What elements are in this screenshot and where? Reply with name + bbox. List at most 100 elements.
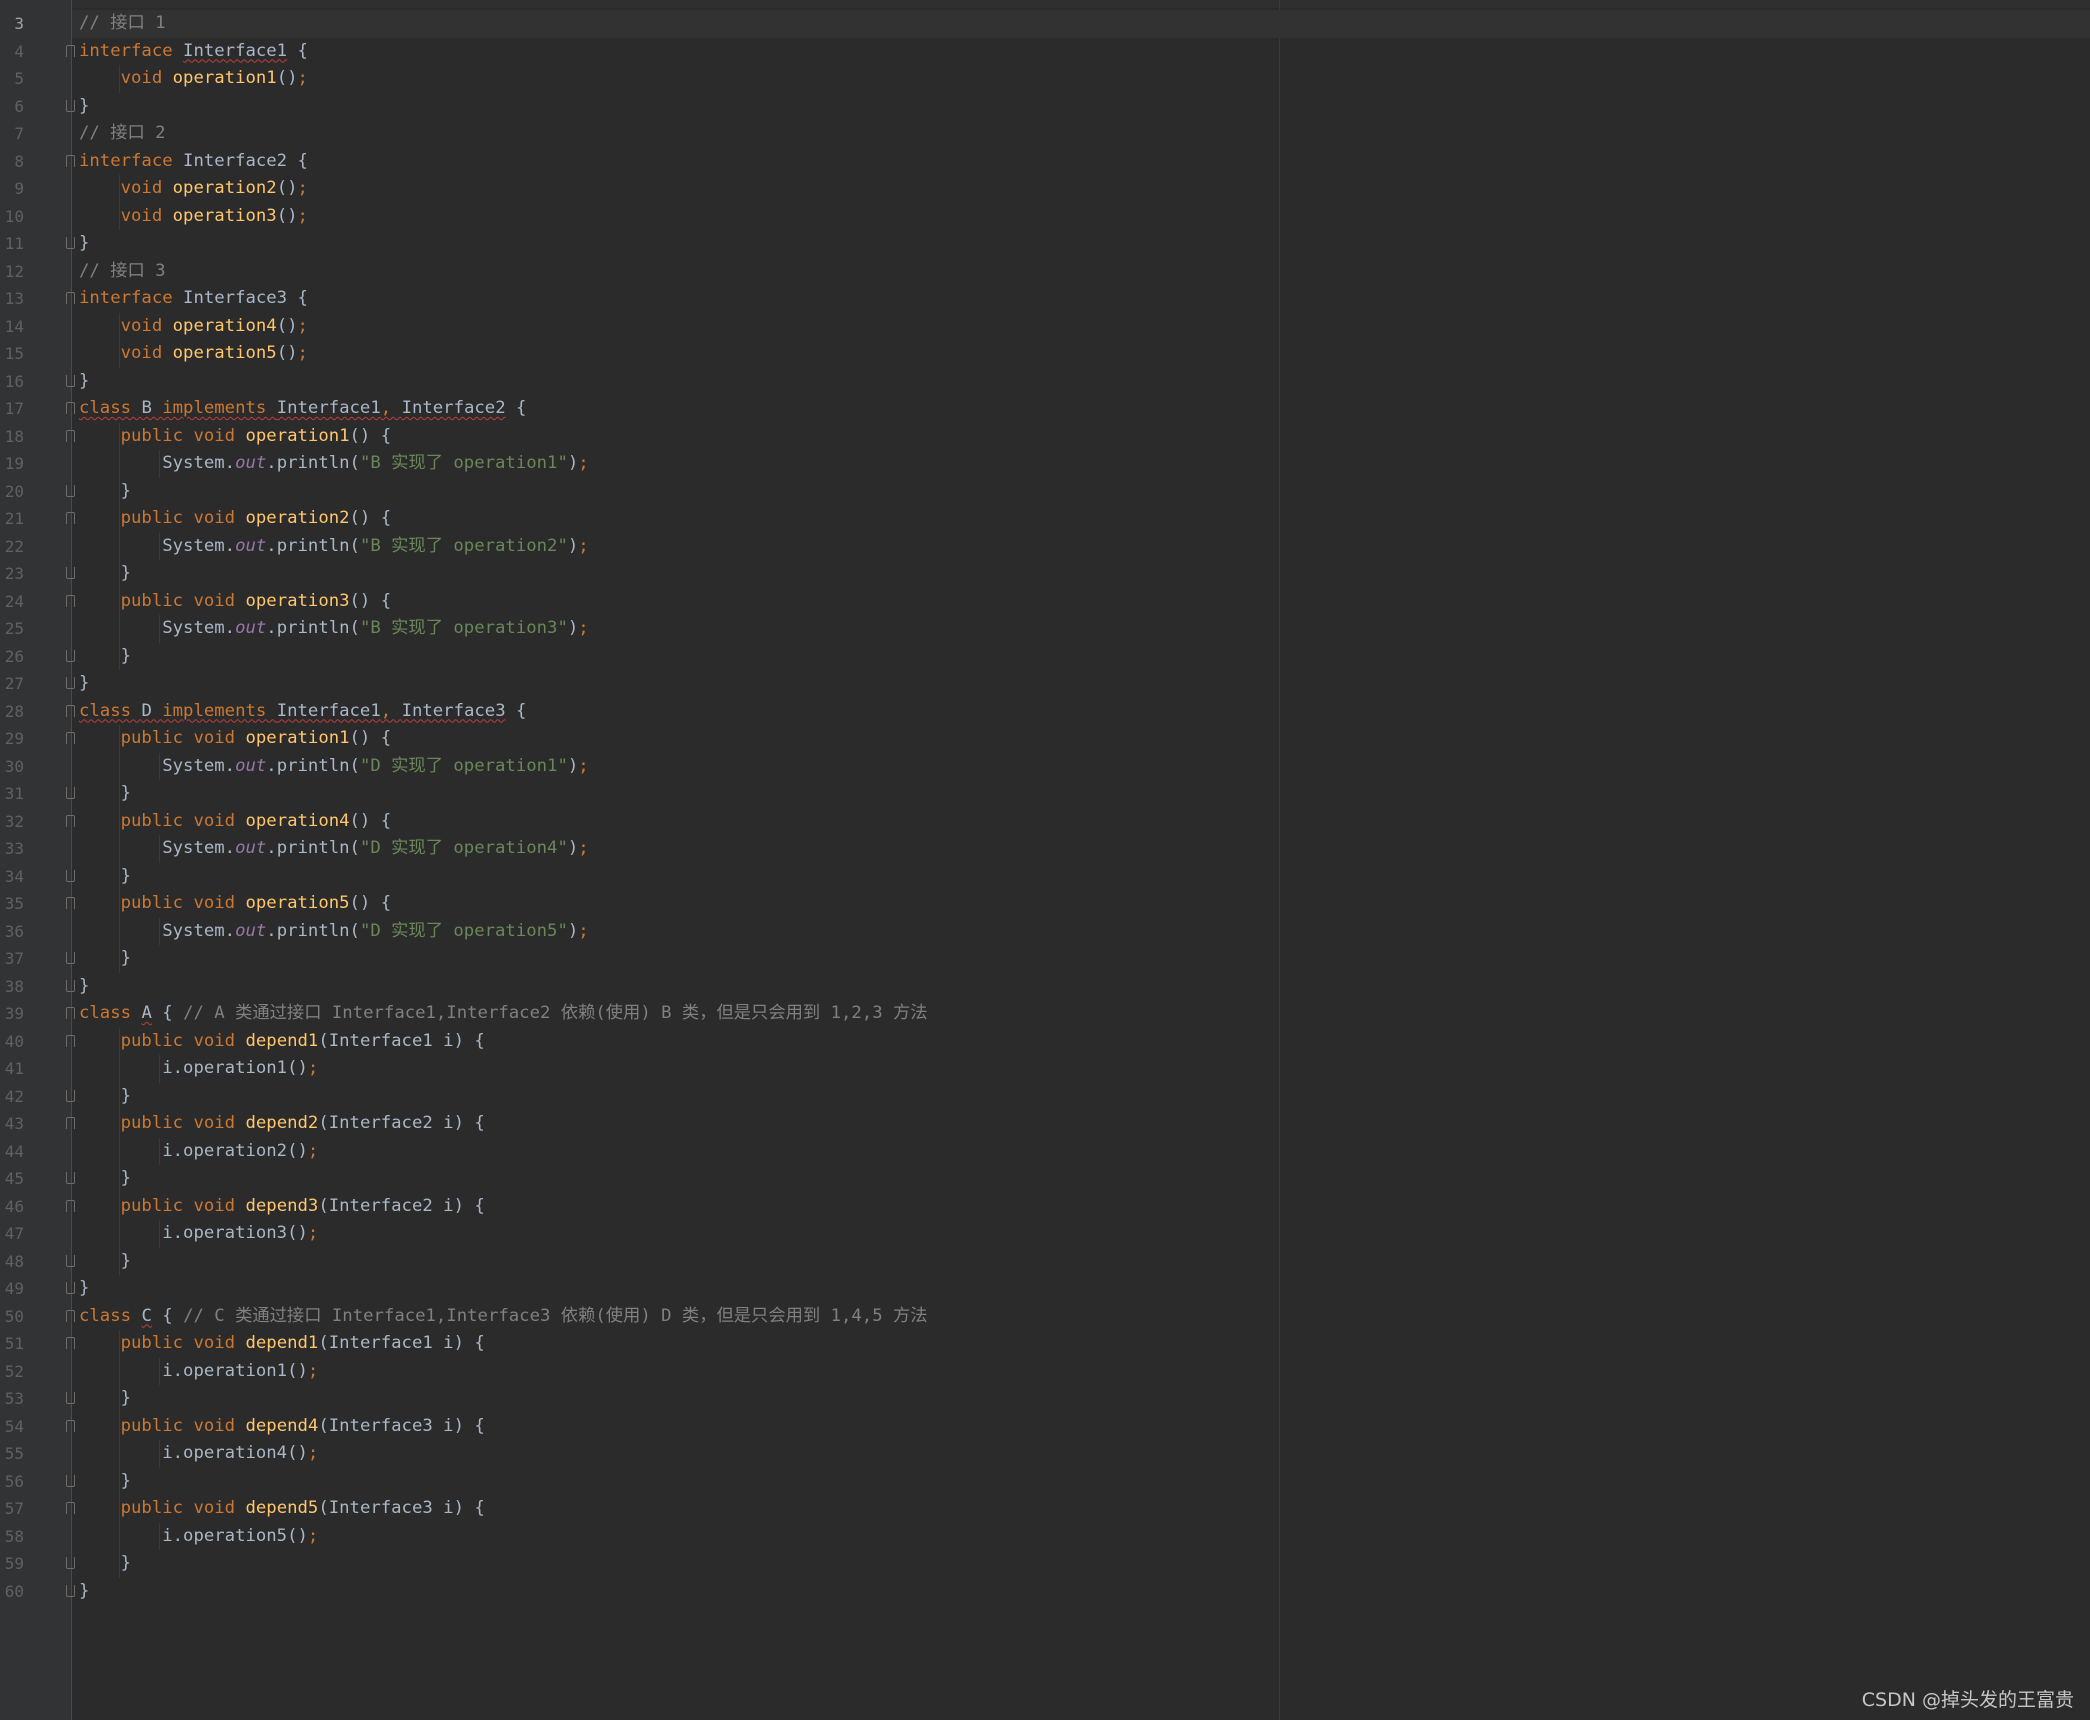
code-line[interactable]: 48 } bbox=[0, 1247, 2090, 1276]
code-line[interactable]: 14 void operation4(); bbox=[0, 312, 2090, 341]
code-line[interactable]: 46 public void depend3(Interface2 i) { bbox=[0, 1192, 2090, 1220]
code-line[interactable]: 23 } bbox=[0, 560, 2090, 588]
code-text[interactable]: } bbox=[79, 670, 89, 698]
fold-collapse-icon[interactable] bbox=[66, 677, 75, 689]
code-line[interactable]: 38} bbox=[0, 973, 2090, 1001]
fold-expand-icon[interactable] bbox=[66, 1117, 75, 1129]
fold-expand-icon[interactable] bbox=[66, 1007, 75, 1019]
code-text[interactable]: class C { // C 类通过接口 Interface1,Interfac… bbox=[79, 1303, 928, 1331]
code-editor[interactable]: 3// 接口 1 4 interface Interface1 {5 void op… bbox=[0, 0, 2090, 1720]
code-text[interactable]: } bbox=[79, 1385, 131, 1413]
code-text[interactable]: void operation1(); bbox=[79, 65, 308, 93]
code-line[interactable]: 9 void operation2(); bbox=[0, 175, 2090, 203]
code-text[interactable]: void operation4(); bbox=[79, 313, 308, 341]
fold-expand-icon[interactable] bbox=[66, 1502, 75, 1514]
fold-collapse-icon[interactable] bbox=[66, 1557, 75, 1569]
code-text[interactable]: public void depend5(Interface3 i) { bbox=[79, 1495, 485, 1523]
code-line[interactable]: 24 public void operation3() { bbox=[0, 587, 2090, 616]
code-text[interactable]: class D implements Interface1, Interface… bbox=[79, 698, 526, 726]
code-line[interactable]: 16} bbox=[0, 368, 2090, 396]
code-line[interactable]: 6} bbox=[0, 93, 2090, 121]
code-text[interactable]: public void depend2(Interface2 i) { bbox=[79, 1110, 485, 1138]
code-line[interactable]: 8 interface Interface2 { bbox=[0, 148, 2090, 176]
fold-collapse-icon[interactable] bbox=[66, 979, 75, 992]
code-line[interactable]: 54 public void depend4(Interface3 i) { bbox=[0, 1412, 2090, 1440]
code-line[interactable]: 43 public void depend2(Interface2 i) { bbox=[0, 1110, 2090, 1138]
code-text[interactable]: } bbox=[79, 863, 131, 891]
code-text[interactable]: } bbox=[79, 230, 89, 258]
code-line[interactable]: 28 class D implements Interface1, Interfa… bbox=[0, 698, 2090, 726]
code-line[interactable]: 10 void operation3(); bbox=[0, 202, 2090, 231]
code-line[interactable]: 32 public void operation4() { bbox=[0, 807, 2090, 835]
fold-collapse-icon[interactable] bbox=[66, 869, 75, 882]
code-text[interactable]: System.out.println("D 实现了 operation1"); bbox=[79, 753, 588, 781]
code-text[interactable]: i.operation1(); bbox=[79, 1055, 318, 1083]
code-line[interactable]: 56 } bbox=[0, 1467, 2090, 1496]
code-line[interactable]: 34 } bbox=[0, 862, 2090, 891]
code-line[interactable]: 47 i.operation3(); bbox=[0, 1220, 2090, 1248]
fold-collapse-icon[interactable] bbox=[66, 567, 75, 579]
code-text[interactable]: } bbox=[79, 780, 131, 808]
code-text[interactable]: } bbox=[79, 1468, 131, 1496]
code-text[interactable]: void operation3(); bbox=[79, 203, 308, 231]
fold-collapse-icon[interactable] bbox=[66, 1282, 75, 1294]
code-text[interactable]: public void operation2() { bbox=[79, 505, 392, 533]
code-line[interactable]: 25 System.out.println("B 实现了 operation3"… bbox=[0, 615, 2090, 643]
code-line[interactable]: 59 } bbox=[0, 1550, 2090, 1578]
code-line[interactable]: 57 public void depend5(Interface3 i) { bbox=[0, 1495, 2090, 1523]
code-line[interactable]: 19 System.out.println("B 实现了 operation1"… bbox=[0, 450, 2090, 478]
code-text[interactable]: void operation5(); bbox=[79, 340, 308, 368]
fold-expand-icon[interactable] bbox=[66, 44, 75, 57]
fold-collapse-icon[interactable] bbox=[66, 374, 75, 387]
fold-collapse-icon[interactable] bbox=[66, 1474, 75, 1487]
fold-collapse-icon[interactable] bbox=[66, 952, 75, 964]
code-line[interactable]: 58 i.operation5(); bbox=[0, 1522, 2090, 1550]
code-line[interactable]: 31 } bbox=[0, 780, 2090, 808]
code-text[interactable]: } bbox=[79, 945, 131, 973]
code-line[interactable]: 3 // 接口 1 bbox=[0, 10, 2090, 38]
code-line[interactable]: 18 public void operation1() { bbox=[0, 422, 2090, 451]
code-text[interactable]: i.operation3(); bbox=[79, 1220, 318, 1248]
fold-collapse-icon[interactable] bbox=[66, 484, 75, 497]
code-line[interactable]: 37 } bbox=[0, 945, 2090, 973]
code-text[interactable]: public void operation1() { bbox=[79, 423, 392, 451]
fold-expand-icon[interactable] bbox=[66, 814, 75, 827]
code-text[interactable]: } bbox=[79, 1275, 89, 1303]
code-text[interactable]: System.out.println("D 实现了 operation5"); bbox=[79, 918, 588, 946]
fold-expand-icon[interactable] bbox=[66, 1034, 75, 1047]
fold-collapse-icon[interactable] bbox=[66, 99, 75, 112]
code-text[interactable]: } bbox=[79, 643, 131, 671]
fold-expand-icon[interactable] bbox=[66, 594, 75, 607]
code-text[interactable]: } bbox=[79, 973, 89, 1001]
code-text[interactable]: System.out.println("B 实现了 operation1"); bbox=[79, 450, 588, 478]
code-line[interactable]: 41 i.operation1(); bbox=[0, 1055, 2090, 1083]
code-line[interactable]: 4 interface Interface1 { bbox=[0, 38, 2090, 66]
fold-expand-icon[interactable] bbox=[66, 897, 75, 909]
code-text[interactable]: public void operation3() { bbox=[79, 588, 392, 616]
fold-collapse-icon[interactable] bbox=[66, 237, 75, 249]
code-line[interactable]: 40 public void depend1(Interface1 i) { bbox=[0, 1027, 2090, 1055]
code-text[interactable]: // 接口 1 bbox=[79, 10, 166, 38]
code-line[interactable]: 15 void operation5(); bbox=[0, 340, 2090, 368]
code-line[interactable]: 13 interface Interface3 { bbox=[0, 285, 2090, 313]
code-text[interactable]: System.out.println("D 实现了 operation4"); bbox=[79, 835, 588, 863]
code-line[interactable]: 27} bbox=[0, 670, 2090, 698]
code-line[interactable]: 42 } bbox=[0, 1082, 2090, 1110]
fold-expand-icon[interactable] bbox=[66, 1419, 75, 1432]
fold-expand-icon[interactable] bbox=[66, 1337, 75, 1349]
code-text[interactable]: i.operation1(); bbox=[79, 1358, 318, 1386]
code-line[interactable]: 7 // 接口 2 bbox=[0, 120, 2090, 148]
fold-expand-icon[interactable] bbox=[66, 704, 75, 717]
code-line[interactable]: 11} bbox=[0, 230, 2090, 258]
code-line[interactable]: 29 public void operation1() { bbox=[0, 725, 2090, 753]
code-text[interactable]: public void operation5() { bbox=[79, 890, 392, 918]
code-line[interactable]: 49} bbox=[0, 1275, 2090, 1303]
fold-collapse-icon[interactable] bbox=[66, 1254, 75, 1267]
code-line[interactable]: 30 System.out.println("D 实现了 operation1"… bbox=[0, 752, 2090, 781]
code-text[interactable]: } bbox=[79, 1578, 89, 1606]
code-text[interactable]: interface Interface3 { bbox=[79, 285, 308, 313]
code-text[interactable]: i.operation4(); bbox=[79, 1440, 318, 1468]
fold-expand-icon[interactable] bbox=[66, 732, 75, 744]
code-text[interactable]: } bbox=[79, 1248, 131, 1276]
code-line[interactable]: 55 i.operation4(); bbox=[0, 1440, 2090, 1468]
